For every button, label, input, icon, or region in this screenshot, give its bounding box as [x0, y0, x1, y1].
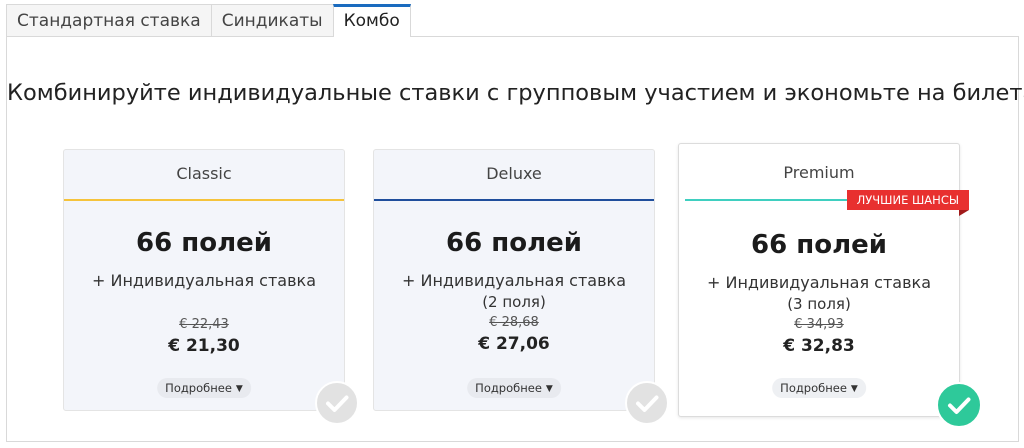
addon-label: + Индивидуальная ставка	[707, 273, 931, 292]
card-accent-line	[374, 199, 654, 201]
check-circle-icon[interactable]	[315, 381, 359, 425]
caret-down-icon: ▼	[850, 384, 858, 394]
addon-detail: (2 поля)	[482, 293, 546, 311]
best-odds-badge: ЛУЧШИЕ ШАНСЫ	[846, 190, 970, 216]
fields-count: 66 полей	[136, 228, 272, 258]
new-price: € 32,83	[783, 336, 855, 356]
new-price: € 27,06	[478, 334, 550, 354]
combo-panel: Комбинируйте индивидуальные ставки с гру…	[6, 36, 1024, 442]
check-circle-icon[interactable]	[625, 381, 669, 425]
caret-down-icon: ▼	[235, 384, 243, 394]
old-price: € 34,93	[794, 317, 844, 332]
addon-label: + Индивидуальная ставка	[92, 271, 316, 290]
fields-count: 66 полей	[446, 228, 582, 258]
details-label: Подробнее	[165, 381, 232, 395]
card-title: Classic	[176, 164, 232, 183]
tab-bar: Стандартная ставка Синдикаты Комбо	[6, 4, 411, 37]
details-button[interactable]: Подробнее ▼	[772, 378, 866, 398]
page-headline: Комбинируйте индивидуальные ставки с гру…	[7, 80, 1024, 106]
old-price: € 28,68	[489, 315, 539, 330]
addon-detail: (3 поля)	[787, 295, 851, 313]
card-deluxe[interactable]: Deluxe 66 полей + Индивидуальная ставка …	[373, 149, 655, 411]
details-label: Подробнее	[780, 381, 847, 395]
tab-combo[interactable]: Комбо	[332, 4, 411, 37]
details-button[interactable]: Подробнее ▼	[157, 378, 251, 398]
tab-syndicates[interactable]: Синдикаты	[210, 4, 334, 36]
card-premium[interactable]: Premium ЛУЧШИЕ ШАНСЫ 66 полей + Индивиду…	[678, 143, 970, 417]
card-title: Deluxe	[486, 164, 542, 183]
card-accent-line	[64, 199, 344, 201]
new-price: € 21,30	[168, 336, 240, 356]
tab-standard-bet[interactable]: Стандартная ставка	[6, 4, 212, 36]
addon-label: + Индивидуальная ставка	[402, 271, 626, 290]
details-button[interactable]: Подробнее ▼	[467, 378, 561, 398]
card-classic[interactable]: Classic 66 полей + Индивидуальная ставка…	[63, 149, 345, 411]
details-label: Подробнее	[475, 381, 542, 395]
old-price: € 22,43	[179, 317, 229, 332]
caret-down-icon: ▼	[545, 384, 553, 394]
check-circle-icon[interactable]	[936, 382, 982, 428]
fields-count: 66 полей	[751, 230, 887, 260]
